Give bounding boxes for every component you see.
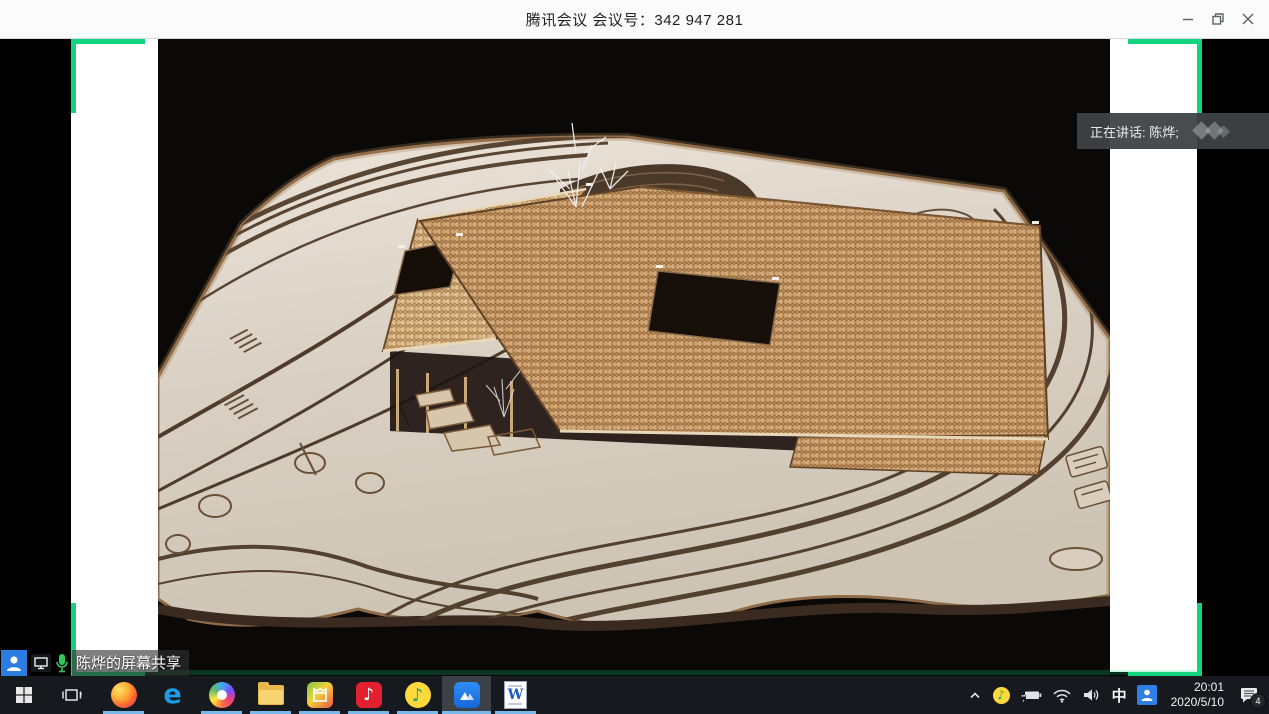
word-document-icon: W bbox=[504, 681, 527, 709]
netease-music-icon: ♪ bbox=[356, 682, 382, 708]
mic-glyph bbox=[54, 652, 70, 674]
taskbar-app-qq-music[interactable]: ♪ bbox=[393, 676, 442, 714]
microphone-on-icon bbox=[54, 652, 70, 674]
contact-person-icon bbox=[1137, 685, 1157, 705]
ime-label: 中 bbox=[1112, 685, 1127, 706]
browser-swirl-icon bbox=[209, 682, 235, 708]
avatar-icon bbox=[1, 650, 27, 676]
file-explorer-icon bbox=[258, 685, 284, 705]
chevron-up-icon bbox=[967, 687, 983, 703]
minimize-icon bbox=[1178, 9, 1198, 29]
task-view-icon bbox=[61, 685, 83, 705]
tray-date: 2020/5/10 bbox=[1171, 695, 1224, 710]
battery-charging-icon bbox=[1020, 687, 1042, 703]
edge-icon: e bbox=[160, 682, 186, 708]
screen-share-icon bbox=[31, 654, 51, 672]
tencent-meeting-window: 腾讯会议 会议号：342 947 281 bbox=[0, 0, 1269, 714]
castle-app-icon bbox=[307, 682, 333, 708]
system-tray: ♪ bbox=[962, 676, 1269, 714]
taskbar-app-firefox[interactable] bbox=[99, 676, 148, 714]
windows-taskbar: e ♪ bbox=[0, 676, 1269, 714]
taskbar-app-tencent-meeting[interactable] bbox=[442, 676, 491, 714]
minimize-button[interactable] bbox=[1173, 4, 1203, 34]
tray-qq-music[interactable]: ♪ bbox=[988, 676, 1015, 714]
close-icon bbox=[1238, 9, 1258, 29]
share-owner-label: 陈烨的屏幕共享 bbox=[72, 650, 189, 676]
task-view-button[interactable] bbox=[48, 676, 96, 714]
window-titlebar: 腾讯会议 会议号：342 947 281 bbox=[0, 0, 1269, 39]
taskbar-app-edge[interactable]: e bbox=[148, 676, 197, 714]
restore-icon bbox=[1208, 9, 1228, 29]
share-border-corner-top-right bbox=[1128, 39, 1202, 113]
speaking-indicator-toast: 正在讲话: 陈烨; bbox=[1077, 113, 1269, 149]
speaker-icon bbox=[1082, 687, 1102, 703]
shared-photo-architectural-model bbox=[158, 39, 1110, 676]
qq-music-icon: ♪ bbox=[405, 682, 431, 708]
action-center-button[interactable]: 4 bbox=[1233, 676, 1265, 714]
qq-music-tray-icon: ♪ bbox=[993, 687, 1010, 704]
speaking-indicator-label: 正在讲话: 陈烨; bbox=[1077, 122, 1179, 141]
hidden-icons-chevron[interactable] bbox=[962, 676, 988, 714]
close-button[interactable] bbox=[1233, 4, 1263, 34]
taskbar-app-browser-swirl[interactable] bbox=[197, 676, 246, 714]
meeting-logo-icon bbox=[1189, 118, 1243, 144]
tencent-meeting-icon bbox=[454, 682, 480, 708]
share-status-bar: 陈烨的屏幕共享 bbox=[0, 649, 189, 676]
windows-logo-icon bbox=[15, 686, 33, 704]
monitor-glyph bbox=[33, 656, 49, 670]
wifi-icon bbox=[1052, 687, 1072, 703]
tray-clock[interactable]: 20:01 2020/5/10 bbox=[1162, 676, 1233, 714]
start-button[interactable] bbox=[0, 676, 48, 714]
tray-volume[interactable] bbox=[1077, 676, 1107, 714]
taskbar-app-word[interactable]: W bbox=[491, 676, 540, 714]
person-glyph bbox=[3, 652, 25, 674]
tray-contact-person[interactable] bbox=[1132, 676, 1162, 714]
taskbar-app-castle[interactable] bbox=[295, 676, 344, 714]
tray-time: 20:01 bbox=[1194, 680, 1224, 695]
firefox-icon bbox=[111, 682, 137, 708]
tray-wifi[interactable] bbox=[1047, 676, 1077, 714]
window-title: 腾讯会议 会议号：342 947 281 bbox=[526, 9, 744, 30]
window-controls bbox=[1173, 0, 1263, 38]
taskbar-app-file-explorer[interactable] bbox=[246, 676, 295, 714]
share-border-bottom-line bbox=[71, 670, 1197, 675]
share-border-corner-top-left bbox=[71, 39, 145, 113]
restore-button[interactable] bbox=[1203, 4, 1233, 34]
tray-ime-indicator[interactable]: 中 bbox=[1107, 676, 1132, 714]
taskbar-app-netease-music[interactable]: ♪ bbox=[344, 676, 393, 714]
notification-count-badge: 4 bbox=[1250, 693, 1266, 709]
tray-battery[interactable] bbox=[1015, 676, 1047, 714]
share-border-corner-bottom-right bbox=[1128, 603, 1202, 677]
